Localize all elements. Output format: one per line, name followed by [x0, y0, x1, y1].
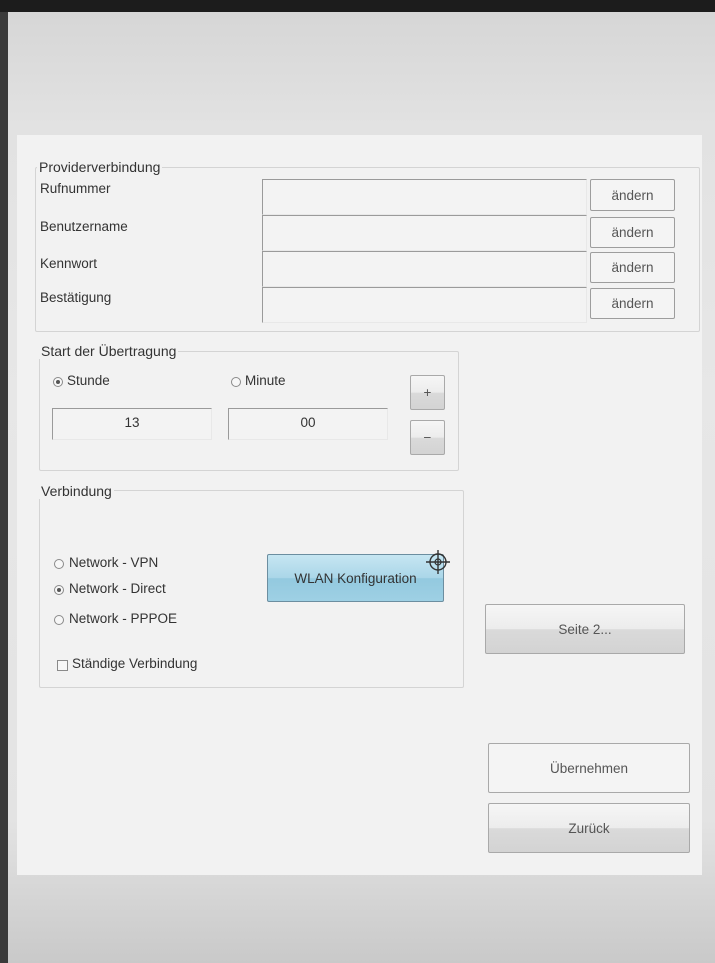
change-phone-number-button[interactable]: ändern — [590, 179, 675, 211]
confirmation-label: Bestätigung — [40, 290, 112, 305]
minute-radio[interactable] — [231, 377, 241, 387]
vpn-radio[interactable] — [54, 559, 64, 569]
direct-radio[interactable] — [54, 585, 64, 595]
wlan-configuration-button[interactable]: WLAN Konfiguration — [267, 554, 444, 602]
direct-radio-label: Network - Direct — [69, 581, 166, 596]
vpn-radio-label: Network - VPN — [69, 555, 159, 570]
hour-radio[interactable] — [53, 377, 63, 387]
back-button[interactable]: Zurück — [488, 803, 690, 853]
page-2-button[interactable]: Seite 2... — [485, 604, 685, 654]
username-field[interactable] — [262, 215, 587, 251]
hour-radio-label: Stunde — [67, 373, 110, 388]
pppoe-radio-label: Network - PPPOE — [69, 611, 178, 626]
device-top-bezel — [0, 0, 715, 12]
minus-icon: − — [423, 430, 432, 445]
hour-field[interactable]: 13 — [52, 408, 212, 440]
phone-number-label: Rufnummer — [40, 181, 111, 196]
minute-radio-label: Minute — [245, 373, 286, 388]
change-password-button[interactable]: ändern — [590, 252, 675, 283]
username-label: Benutzername — [40, 219, 128, 234]
phone-number-field[interactable] — [262, 179, 587, 215]
password-field[interactable] — [262, 251, 587, 287]
decrement-button[interactable]: − — [410, 420, 445, 455]
change-confirmation-button[interactable]: ändern — [590, 288, 675, 319]
apply-button[interactable]: Übernehmen — [488, 743, 690, 793]
provider-group-title: Providerverbindung — [37, 159, 163, 175]
confirmation-field[interactable] — [262, 287, 587, 323]
minute-field[interactable]: 00 — [228, 408, 388, 440]
connection-group-title: Verbindung — [39, 483, 114, 499]
permanent-connection-label: Ständige Verbindung — [72, 656, 198, 671]
settings-panel: Providerverbindung Rufnummer ändern Benu… — [17, 135, 702, 875]
pppoe-radio[interactable] — [54, 615, 64, 625]
crosshair-icon — [425, 549, 451, 575]
change-username-button[interactable]: ändern — [590, 217, 675, 248]
plus-icon: + — [423, 385, 432, 400]
password-label: Kennwort — [40, 256, 98, 271]
permanent-connection-checkbox[interactable] — [57, 660, 68, 671]
increment-button[interactable]: + — [410, 375, 445, 410]
transfer-start-group-title: Start der Übertragung — [39, 343, 179, 359]
